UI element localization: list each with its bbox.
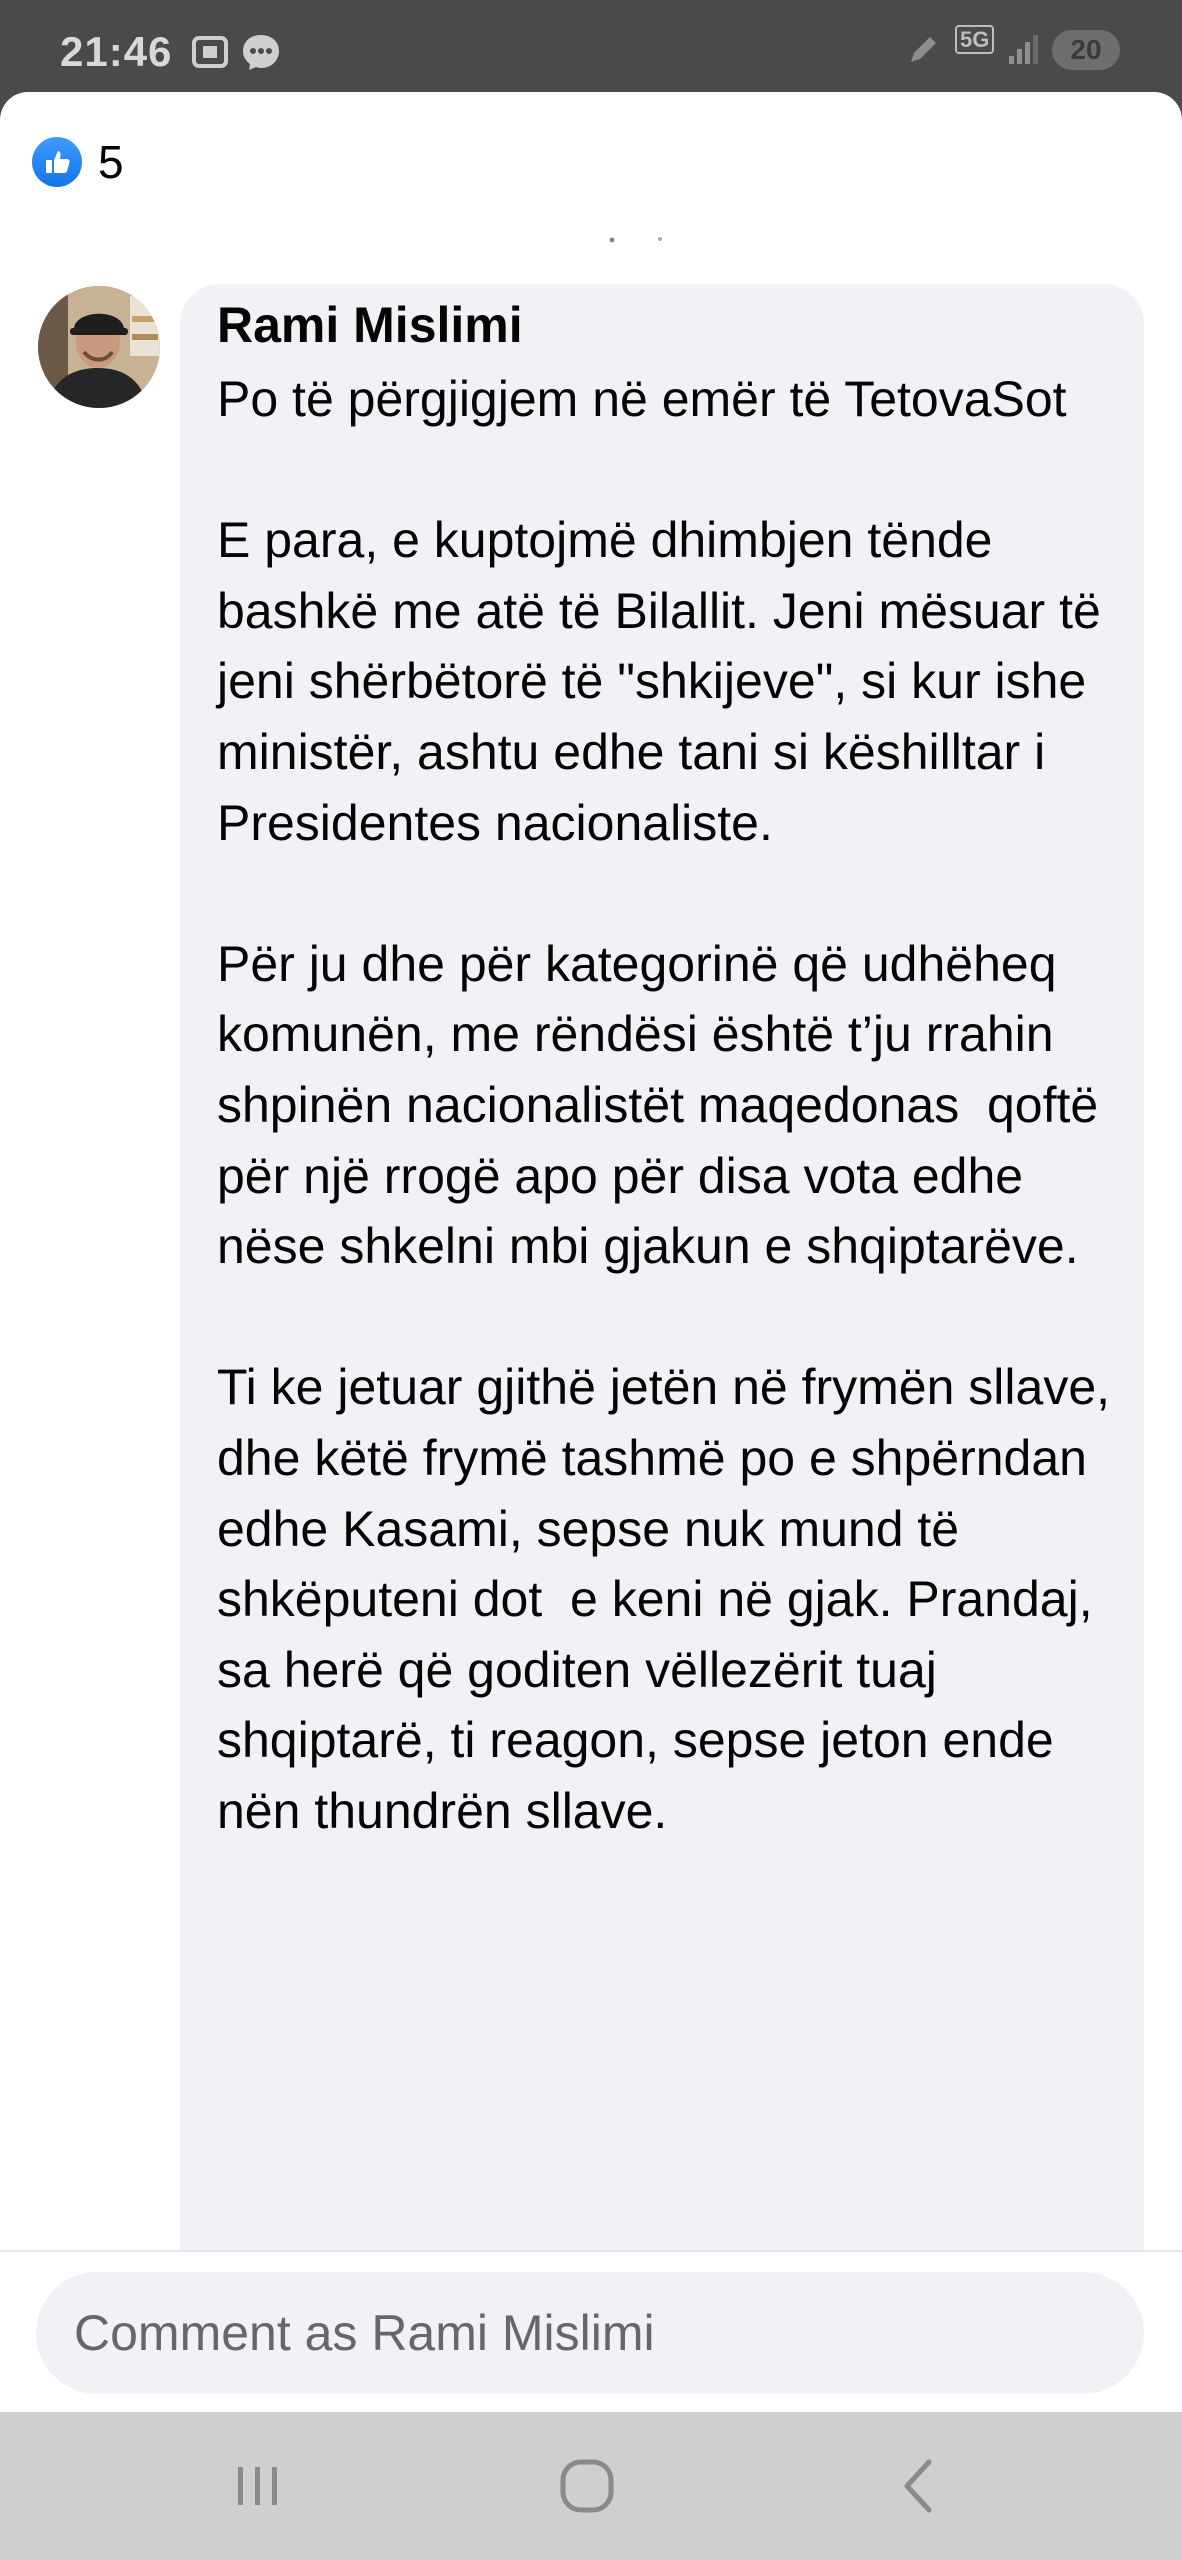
system-navigation-bar	[0, 2412, 1182, 2560]
back-icon[interactable]	[870, 2446, 970, 2526]
comment-author[interactable]: Rami Mislimi	[217, 296, 523, 354]
status-bar: 21:46 5G 20	[0, 0, 1182, 100]
battery-level: 20	[1070, 34, 1102, 65]
like-icon	[32, 137, 82, 187]
scroll-fade-edge	[600, 232, 670, 243]
status-time: 21:46	[60, 28, 173, 75]
comment-composer	[0, 2250, 1182, 2412]
screenshot-icon	[190, 32, 230, 77]
comment-bubble: Rami Mislimi Po të përgjigjem në emër të…	[180, 284, 1144, 2412]
network-label: 5G	[955, 25, 995, 54]
signal-icon	[1005, 32, 1041, 73]
comment-input[interactable]	[36, 2272, 1144, 2394]
reaction-summary[interactable]: 5	[32, 132, 124, 192]
comments-sheet: 5 Rami Mislimi Po të përgjigjem në emër …	[0, 92, 1182, 2412]
network-text: 5G	[955, 25, 995, 54]
avatar[interactable]	[38, 286, 160, 408]
like-count: 5	[98, 136, 124, 188]
comment-text: Po të përgjigjem në emër të TetovaSot E …	[217, 371, 1111, 1839]
pen-icon	[905, 32, 941, 73]
messenger-icon	[240, 32, 282, 77]
home-icon[interactable]	[537, 2446, 637, 2526]
battery-icon: 20	[1052, 30, 1120, 70]
recent-apps-icon[interactable]	[208, 2446, 308, 2526]
